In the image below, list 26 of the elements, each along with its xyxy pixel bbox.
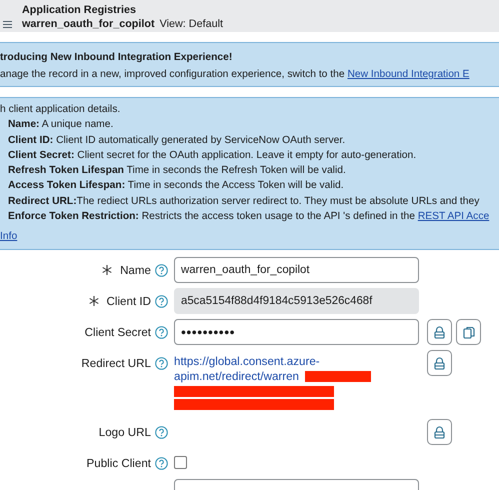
view-label[interactable]: View: Default: [160, 17, 224, 31]
info-item: Name: A unique name.: [7, 118, 114, 132]
record-name: warren_oauth_for_copilot: [22, 17, 155, 31]
redirect-url-link[interactable]: https://global.consent.azure-apim.net/redirect/warren: [174, 354, 339, 384]
info-intro: h client application details.: [0, 103, 122, 117]
name-field[interactable]: warren_oauth_for_copilot: [174, 257, 419, 284]
info-item: Enforce Token Restriction: Restricts the access token usage to the API 's defined in the REST API Acce: [7, 210, 490, 224]
integration-link[interactable]: New Inbound Integration E: [347, 69, 470, 80]
page-title: Application Registries: [22, 3, 137, 17]
field-label: Public Client: [86, 456, 151, 470]
rest-api-link[interactable]: REST API Acce: [418, 211, 490, 222]
info-item: Redirect URL:The rediect URLs authorization server redirect to. They must be absolute URLs and they: [7, 194, 480, 209]
notice-message: anage the record in a new, improved configuration experience, switch to the New Inbound Integration E: [0, 68, 470, 82]
info-item: Access Token Lifespan: Time in seconds the Access Token will be valid.: [7, 179, 345, 194]
more-info-link[interactable]: Info: [0, 231, 18, 242]
field-label: Client ID: [106, 294, 151, 308]
client-secret-field[interactable]: ••••••••••: [174, 319, 419, 346]
notice-title: troducing New Inbound Integration Experience!: [0, 51, 234, 65]
field-label: Name: [120, 264, 151, 277]
field-label: Client Secret: [84, 326, 151, 339]
field-label: Logo URL: [98, 426, 151, 439]
info-item: Client Secret: Client secret for the OAuth application. Leave it empty for auto-generation.: [7, 148, 418, 163]
info-item: Refresh Token Lifespan Time in seconds the Refresh Token will be valid.: [7, 164, 347, 178]
info-item: Client ID: Client ID automatically generated by ServiceNow OAuth server.: [7, 134, 346, 148]
field-label: Redirect URL: [81, 356, 151, 370]
client-id-field[interactable]: a5ca5154f88d4f9184c5913e526c468f: [174, 288, 419, 314]
